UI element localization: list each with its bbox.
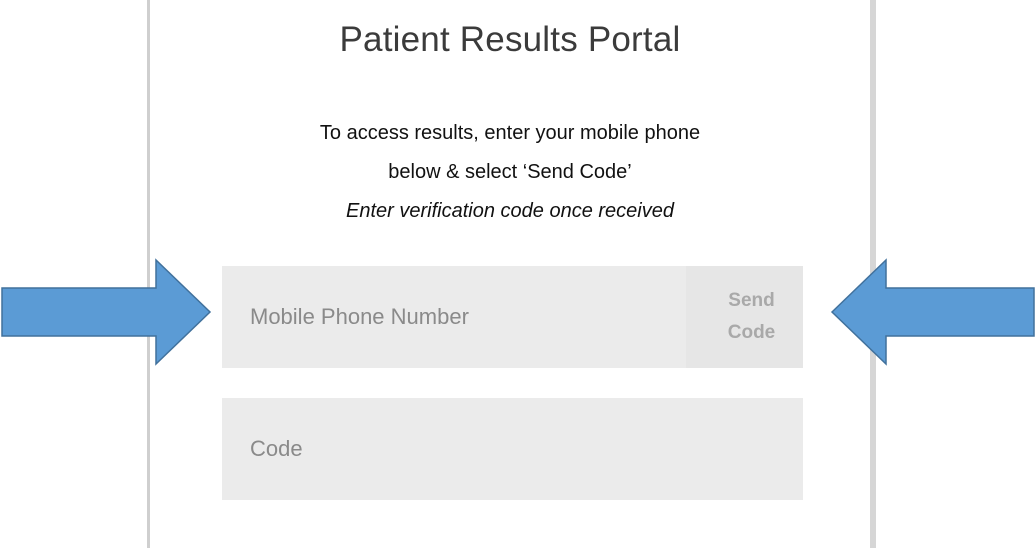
code-field-group: [222, 398, 803, 500]
instructions: To access results, enter your mobile pho…: [150, 114, 870, 231]
left-arrow-icon: [830, 258, 1035, 366]
right-arrow-icon: [1, 258, 212, 366]
mobile-phone-input[interactable]: [222, 266, 686, 368]
login-panel: Patient Results Portal To access results…: [150, 0, 870, 548]
instruction-line-2: below & select ‘Send Code’: [388, 161, 632, 183]
instruction-line-1: To access results, enter your mobile pho…: [319, 122, 701, 144]
screenshot-canvas: Patient Results Portal To access results…: [0, 0, 1036, 548]
send-code-label-line-2: Code: [727, 322, 776, 343]
instruction-line-3: Enter verification code once received: [346, 200, 674, 222]
send-code-label-line-1: Send: [728, 290, 775, 311]
verification-code-input[interactable]: [222, 398, 803, 500]
page-title: Patient Results Portal: [339, 20, 681, 59]
phone-field-group: Send Code: [222, 266, 803, 368]
send-code-button[interactable]: Send Code: [686, 266, 803, 368]
